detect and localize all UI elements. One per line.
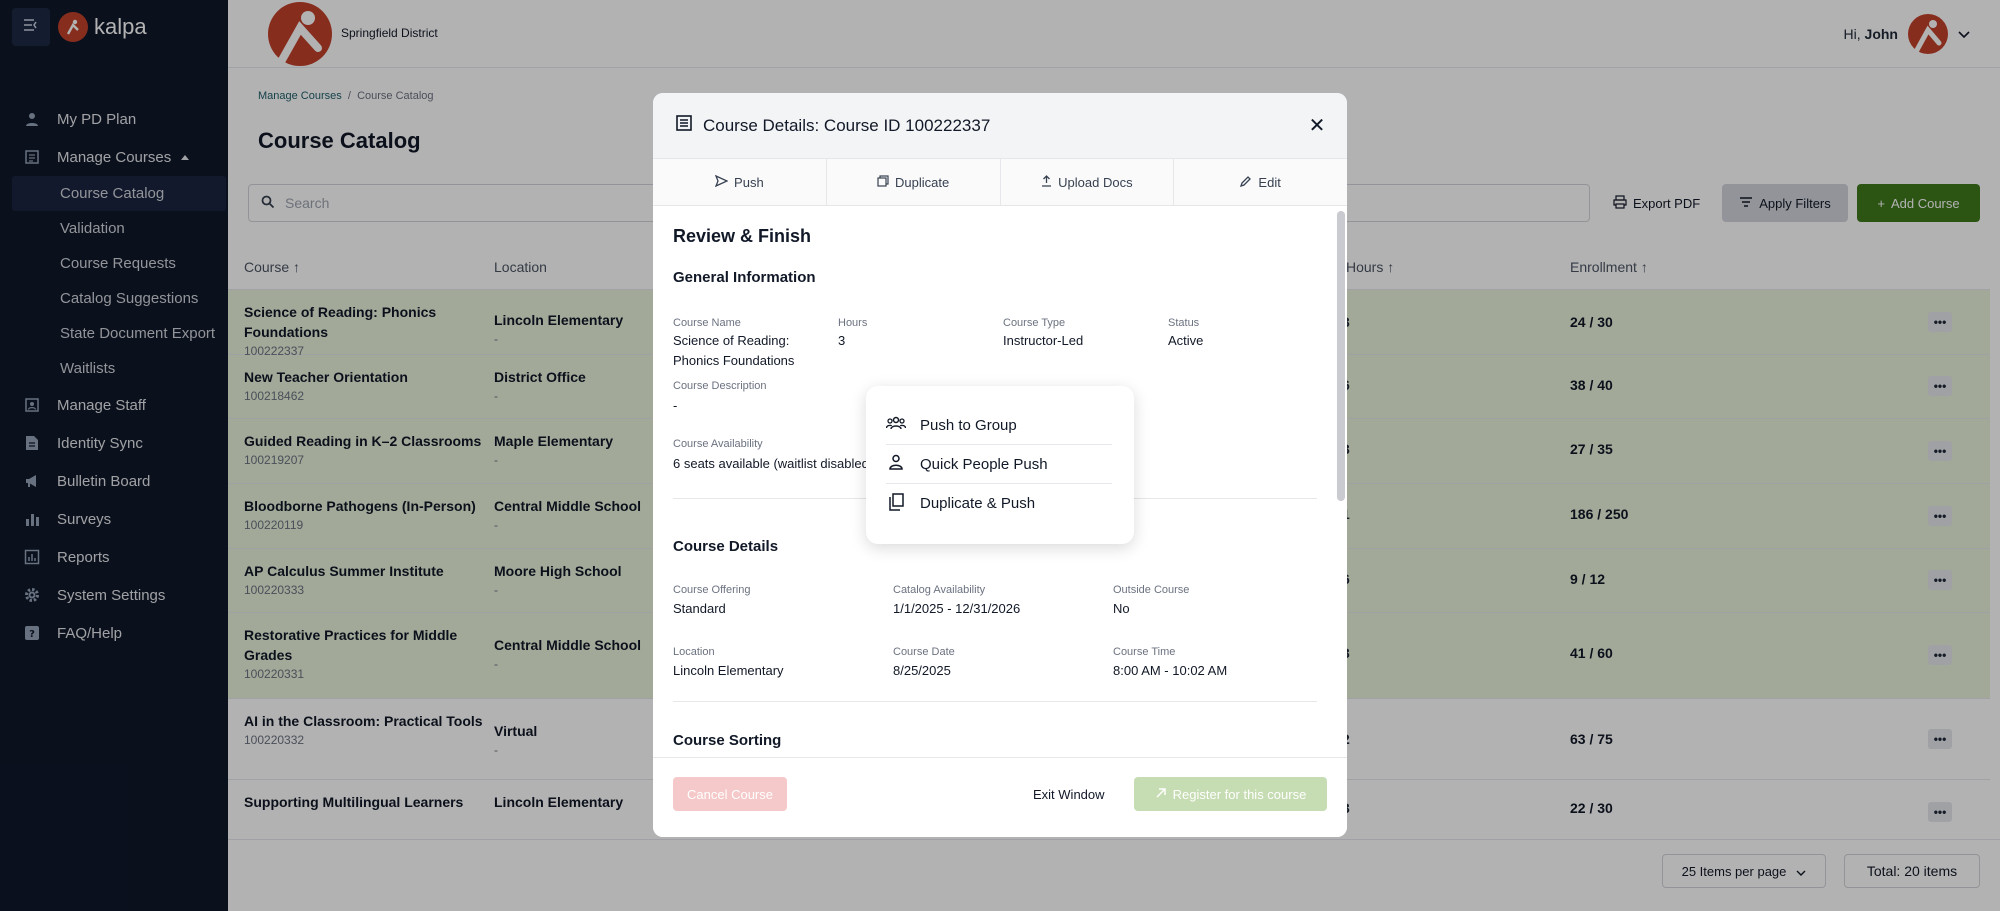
register-label: Register for this course bbox=[1172, 786, 1307, 802]
field-label: Status bbox=[1168, 317, 1200, 329]
menu-item-label: Push to Group bbox=[920, 416, 1017, 434]
course-name-value: Science of Reading: Phonics Foundations bbox=[673, 333, 795, 368]
catalog-value: 1/1/2025 - 12/31/2026 bbox=[893, 601, 1021, 616]
course-sorting-heading: Course Sorting bbox=[673, 732, 782, 749]
date-value: 8/25/2025 bbox=[893, 663, 951, 678]
tab-label: Push bbox=[734, 174, 764, 190]
review-heading: Review & Finish bbox=[673, 226, 812, 246]
copy-icon bbox=[886, 492, 904, 515]
field-label: Course Name bbox=[673, 317, 741, 329]
exit-window-button[interactable]: Exit Window bbox=[1033, 777, 1105, 811]
description-value: - bbox=[673, 398, 678, 413]
menu-item-label: Quick People Push bbox=[920, 455, 1048, 473]
general-info-heading: General Information bbox=[673, 269, 816, 286]
status-value: Active bbox=[1168, 333, 1204, 348]
register-icon bbox=[1155, 787, 1167, 802]
field-label: Course Availability bbox=[673, 438, 763, 450]
offering-value: Standard bbox=[673, 601, 726, 616]
field-label: Course Time bbox=[1113, 646, 1176, 658]
tab-push[interactable]: Push bbox=[653, 159, 827, 205]
course-type-value: Instructor-Led bbox=[1003, 333, 1084, 348]
copy-icon bbox=[877, 174, 889, 190]
modal-title: Course Details: Course ID 100222337 bbox=[703, 115, 991, 135]
tab-label: Edit bbox=[1258, 174, 1281, 190]
cancel-course-button[interactable]: Cancel Course bbox=[673, 777, 787, 811]
menu-item-duplicate-and-push[interactable]: Duplicate & Push bbox=[886, 484, 1112, 523]
field-label: Hours bbox=[838, 317, 868, 329]
register-button[interactable]: Register for this course bbox=[1134, 777, 1327, 811]
close-icon[interactable]: ✕ bbox=[1307, 115, 1327, 137]
upload-icon bbox=[1041, 174, 1052, 190]
modal-scrollbar[interactable] bbox=[1337, 211, 1345, 501]
list-document-icon bbox=[675, 114, 693, 137]
field-label: Catalog Availability bbox=[893, 584, 986, 596]
modal-header: Course Details: Course ID 100222337 ✕ bbox=[653, 93, 1347, 158]
modal-action-tabs: Push Duplicate Upload Docs Edit bbox=[653, 158, 1347, 206]
send-icon bbox=[714, 174, 729, 190]
group-icon bbox=[885, 416, 907, 434]
location-value: Lincoln Elementary bbox=[673, 663, 784, 678]
tab-duplicate[interactable]: Duplicate bbox=[826, 159, 1001, 205]
time-value: 8:00 AM - 10:02 AM bbox=[1113, 663, 1228, 678]
section-divider bbox=[673, 701, 1317, 702]
tab-upload-docs[interactable]: Upload Docs bbox=[1000, 159, 1175, 205]
field-label: Outside Course bbox=[1113, 584, 1190, 596]
person-icon bbox=[886, 454, 903, 474]
course-details-heading: Course Details bbox=[673, 538, 779, 555]
field-label: Course Offering bbox=[673, 584, 751, 596]
tab-label: Upload Docs bbox=[1058, 174, 1133, 190]
modal-footer: Cancel Course Exit Window Register for t… bbox=[653, 757, 1347, 837]
menu-item-quick-people-push[interactable]: Quick People Push bbox=[886, 445, 1112, 484]
availability-value: 6 seats available (waitlist disabled bbox=[673, 456, 869, 471]
field-label: Course Description bbox=[673, 380, 767, 392]
push-options-menu: Push to Group Quick People Push Duplicat… bbox=[866, 386, 1134, 544]
menu-item-push-to-group[interactable]: Push to Group bbox=[885, 406, 1112, 445]
field-label: Course Date bbox=[893, 646, 955, 658]
field-label: Course Type bbox=[1003, 317, 1066, 329]
hours-value: 3 bbox=[838, 333, 846, 348]
menu-item-label: Duplicate & Push bbox=[920, 495, 1036, 512]
tab-label: Duplicate bbox=[895, 174, 950, 190]
pencil-icon bbox=[1240, 175, 1252, 190]
outside-value: No bbox=[1113, 601, 1130, 616]
tab-edit[interactable]: Edit bbox=[1174, 159, 1347, 205]
field-label: Location bbox=[673, 646, 715, 658]
